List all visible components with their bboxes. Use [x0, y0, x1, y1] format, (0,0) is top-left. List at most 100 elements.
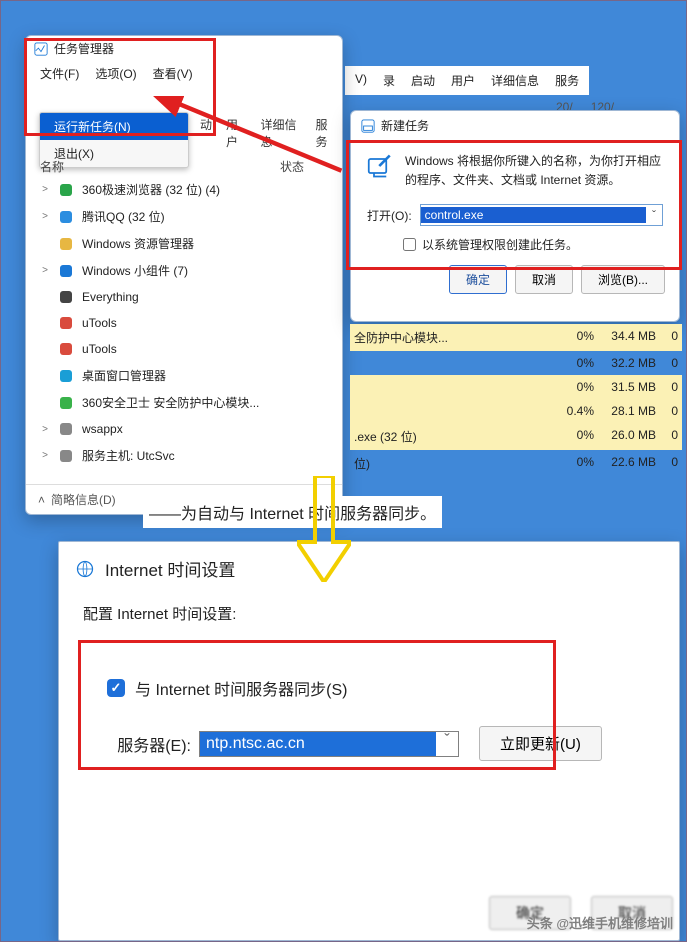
taskmgr-icon [34, 42, 48, 56]
right-tab-strip: V) 录 启动 用户 详细信息 服务 [345, 66, 589, 95]
chevron-down-icon[interactable]: ˇ [646, 208, 662, 222]
gear-icon [58, 421, 74, 437]
menu-view[interactable]: 查看(V) [147, 63, 199, 84]
resource-row[interactable]: 0.4%28.1 MB0 [350, 399, 682, 423]
resource-row[interactable]: .exe (32 位)0%26.0 MB0 [350, 423, 682, 450]
res-mem: 28.1 MB [594, 404, 656, 418]
expand-caret-icon[interactable]: > [40, 424, 50, 435]
open-label: 打开(O): [367, 207, 412, 224]
internet-time-titlebar: Internet 时间设置 [59, 542, 679, 595]
process-name: 桌面窗口管理器 [82, 367, 328, 384]
process-row[interactable]: Everything [38, 284, 330, 310]
res-extra: 0 [656, 329, 678, 346]
server-value[interactable]: ntp.ntsc.ac.cn [200, 732, 436, 756]
tab-activity[interactable]: 动 [194, 112, 218, 154]
process-row[interactable]: uTools [38, 310, 330, 336]
task-manager-window: 任务管理器 文件(F) 选项(O) 查看(V) 动 用户 详细信息 服务 运行新… [25, 35, 343, 515]
ok-button[interactable]: 确定 [449, 265, 507, 294]
utools-icon [58, 341, 74, 357]
process-row[interactable]: Windows 资源管理器 [38, 230, 330, 257]
res-mem: 31.5 MB [594, 380, 656, 394]
resource-row[interactable]: 0%31.5 MB0 [350, 375, 682, 399]
run-dialog-icon [367, 152, 395, 180]
res-mem: 34.4 MB [594, 329, 656, 346]
new-task-titlebar: 新建任务 [351, 111, 679, 140]
admin-label: 以系统管理权限创建此任务。 [422, 236, 578, 253]
process-row[interactable]: 桌面窗口管理器 [38, 362, 330, 389]
task-manager-title: 任务管理器 [54, 40, 114, 57]
tab-users[interactable]: 用户 [220, 112, 253, 154]
resource-usage-list: 全防护中心模块...0%34.4 MB00%32.2 MB00%31.5 MB0… [350, 324, 682, 477]
process-name: uTools [82, 316, 328, 330]
cancel-button[interactable]: 取消 [515, 265, 573, 294]
res-extra: 0 [656, 404, 678, 418]
chevron-down-icon[interactable]: ˇ [436, 732, 458, 756]
resource-row[interactable]: 0%32.2 MB0 [350, 351, 682, 375]
open-combobox[interactable]: control.exe ˇ [420, 204, 663, 226]
menu-options[interactable]: 选项(O) [89, 63, 142, 84]
menu-file[interactable]: 文件(F) [34, 63, 85, 84]
res-cpu: 0% [548, 428, 594, 445]
process-row[interactable]: > wsappx [38, 416, 330, 442]
sync-checkbox[interactable]: ✓ [107, 679, 125, 697]
internet-time-dialog: Internet 时间设置 配置 Internet 时间设置: ✓ 与 Inte… [58, 541, 680, 941]
res-cpu: 0.4% [548, 404, 594, 418]
search-icon [58, 289, 74, 305]
internet-time-title: Internet 时间设置 [105, 556, 235, 581]
menu-bar: 文件(F) 选项(O) 查看(V) [26, 61, 342, 86]
process-row[interactable]: 360安全卫士 安全防护中心模块... [38, 389, 330, 416]
tab-users[interactable]: 用户 [445, 68, 481, 93]
expand-caret-icon[interactable]: > [40, 450, 50, 461]
process-row[interactable]: >腾讯QQ (32 位) [38, 203, 330, 230]
utools-icon [58, 315, 74, 331]
res-name [354, 380, 548, 394]
process-row[interactable]: >360极速浏览器 (32 位) (4) [38, 176, 330, 203]
update-now-button[interactable]: 立即更新(U) [479, 726, 602, 761]
qq-icon [58, 209, 74, 225]
explorer-icon [58, 236, 74, 252]
res-mem: 32.2 MB [594, 356, 656, 370]
browse-button[interactable]: 浏览(B)... [581, 265, 665, 294]
expand-caret-icon[interactable]: > [40, 211, 50, 222]
process-name: 360极速浏览器 (32 位) (4) [82, 181, 328, 198]
globe-clock-icon [75, 559, 95, 579]
tab-history[interactable]: 录 [377, 68, 401, 93]
process-row[interactable]: >Windows 小组件 (7) [38, 257, 330, 284]
res-name [354, 356, 548, 370]
new-task-message: Windows 将根据你所键入的名称，为你打开相应的程序、文件夹、文档或 Int… [405, 152, 663, 190]
res-name: 全防护中心模块... [354, 329, 548, 346]
tab-v[interactable]: V) [349, 68, 373, 93]
footer-label: 简略信息(D) [51, 491, 116, 508]
menu-item-run-new-task[interactable]: 运行新任务(N) [40, 113, 188, 140]
watermark-text: 头条 @迅维手机维修培训 [527, 913, 673, 932]
expand-caret-icon[interactable]: > [40, 265, 50, 276]
shield-icon [58, 395, 74, 411]
resource-row[interactable]: 位)0%22.6 MB0 [350, 450, 682, 477]
expand-caret-icon[interactable]: > [40, 184, 50, 195]
process-name: 服务主机: UtcSvc [82, 447, 328, 464]
process-name: uTools [82, 342, 328, 356]
tab-services[interactable]: 服务 [310, 112, 343, 154]
process-list: >360极速浏览器 (32 位) (4)>腾讯QQ (32 位) Windows… [38, 176, 330, 474]
tab-details[interactable]: 详细信息 [255, 112, 308, 154]
res-extra: 0 [656, 455, 678, 472]
resource-row[interactable]: 全防护中心模块...0%34.4 MB0 [350, 324, 682, 351]
tab-details[interactable]: 详细信息 [485, 68, 545, 93]
process-row[interactable]: > 服务主机: UtcSvc [38, 442, 330, 469]
process-row[interactable]: uTools [38, 336, 330, 362]
process-row[interactable]: 任务管理器 [38, 469, 330, 474]
admin-checkbox[interactable] [403, 238, 416, 251]
res-mem: 26.0 MB [594, 428, 656, 445]
tab-startup[interactable]: 启动 [405, 68, 441, 93]
res-extra: 0 [656, 428, 678, 445]
tab-services[interactable]: 服务 [549, 68, 585, 93]
res-cpu: 0% [548, 455, 594, 472]
task-manager-tabs: 动 用户 详细信息 服务 [194, 112, 342, 154]
browser-icon [58, 182, 74, 198]
process-name: wsappx [82, 422, 328, 436]
process-name: 360安全卫士 安全防护中心模块... [82, 394, 328, 411]
res-extra: 0 [656, 380, 678, 394]
server-combobox[interactable]: ntp.ntsc.ac.cn ˇ [199, 731, 459, 757]
open-value[interactable]: control.exe [421, 207, 646, 223]
res-cpu: 0% [548, 356, 594, 370]
